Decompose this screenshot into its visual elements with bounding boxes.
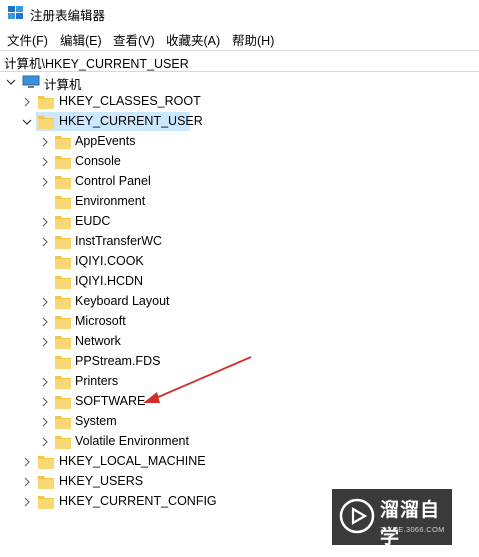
registry-editor-icon [8, 6, 23, 19]
menu-edit[interactable]: 编辑(E) [60, 30, 102, 49]
chevron-right-icon[interactable] [40, 157, 50, 167]
computer-icon [22, 75, 40, 88]
folder-icon [55, 256, 71, 269]
registry-tree: 计算机 HKEY_CLASSES_ROOT HKEY_CURRENT_USER … [0, 72, 479, 557]
tree-node-hkey-classes-root[interactable]: HKEY_CLASSES_ROOT [0, 92, 479, 112]
chevron-right-icon[interactable] [40, 317, 50, 327]
chevron-down-icon[interactable] [6, 77, 16, 87]
tree-label: Environment [75, 194, 146, 208]
tree-label: Control Panel [75, 174, 151, 188]
tree-node-volatile-environment[interactable]: Volatile Environment [0, 432, 479, 452]
tree-label: Volatile Environment [75, 434, 189, 448]
folder-icon [55, 196, 71, 209]
chevron-right-icon[interactable] [40, 217, 50, 227]
menu-favorites[interactable]: 收藏夹(A) [166, 30, 220, 49]
folder-icon [55, 156, 71, 169]
tree-node-hkey-current-user[interactable]: HKEY_CURRENT_USER [0, 112, 479, 132]
tree-node-printers[interactable]: Printers [0, 372, 479, 392]
folder-icon [55, 216, 71, 229]
chevron-right-icon[interactable] [40, 237, 50, 247]
folder-icon [38, 476, 54, 489]
folder-icon [55, 136, 71, 149]
folder-icon [55, 316, 71, 329]
menu-view[interactable]: 查看(V) [113, 30, 155, 49]
folder-icon [55, 356, 71, 369]
tree-label: 计算机 [44, 78, 82, 92]
chevron-right-icon[interactable] [40, 437, 50, 447]
chevron-down-icon[interactable] [22, 117, 32, 127]
tree-node-ppstream-fds[interactable]: PPStream.FDS [0, 352, 479, 372]
tree-label: HKEY_CURRENT_CONFIG [59, 494, 217, 508]
play-logo-icon [339, 498, 375, 534]
window-title: 注册表编辑器 [30, 9, 106, 23]
folder-icon [55, 296, 71, 309]
tree-label: IQIYI.COOK [75, 254, 144, 268]
tree-label: HKEY_CURRENT_USER [59, 114, 203, 128]
tree-label: Keyboard Layout [75, 294, 170, 308]
chevron-right-icon[interactable] [40, 177, 50, 187]
chevron-right-icon[interactable] [40, 337, 50, 347]
menu-help[interactable]: 帮助(H) [232, 30, 274, 49]
tree-node-system[interactable]: System [0, 412, 479, 432]
folder-icon [55, 396, 71, 409]
tree-node-insttransferwc[interactable]: InstTransferWC [0, 232, 479, 252]
tree-node-eudc[interactable]: EUDC [0, 212, 479, 232]
tree-label: PPStream.FDS [75, 354, 161, 368]
tree-node-computer[interactable]: 计算机 [0, 72, 479, 92]
watermark-subtitle: ZIXUE.3066.COM [380, 525, 445, 534]
tree-label: HKEY_LOCAL_MACHINE [59, 454, 206, 468]
tree-label: AppEvents [75, 134, 136, 148]
chevron-right-icon[interactable] [22, 97, 32, 107]
folder-icon [55, 336, 71, 349]
chevron-right-icon[interactable] [40, 377, 50, 387]
chevron-right-icon[interactable] [40, 137, 50, 147]
tree-label: HKEY_CLASSES_ROOT [59, 94, 201, 108]
tree-label: System [75, 414, 117, 428]
folder-icon [55, 236, 71, 249]
title-bar: 注册表编辑器 [0, 0, 479, 26]
chevron-right-icon[interactable] [40, 397, 50, 407]
tree-node-iqiyi-cook[interactable]: IQIYI.COOK [0, 252, 479, 272]
tree-label: Microsoft [75, 314, 126, 328]
chevron-right-icon[interactable] [40, 297, 50, 307]
tree-label: HKEY_USERS [59, 474, 144, 488]
chevron-right-icon[interactable] [22, 497, 32, 507]
tree-node-software[interactable]: SOFTWARE [0, 392, 479, 412]
folder-icon [38, 456, 54, 469]
tree-label: Console [75, 154, 121, 168]
folder-icon [38, 496, 54, 509]
folder-icon [55, 276, 71, 289]
folder-icon [38, 96, 54, 109]
tree-label: IQIYI.HCDN [75, 274, 144, 288]
chevron-right-icon[interactable] [40, 417, 50, 427]
tree-node-network[interactable]: Network [0, 332, 479, 352]
tree-label: Printers [75, 374, 119, 388]
tree-node-keyboard-layout[interactable]: Keyboard Layout [0, 292, 479, 312]
address-path[interactable]: 计算机\HKEY_CURRENT_USER [4, 53, 189, 72]
tree-node-control-panel[interactable]: Control Panel [0, 172, 479, 192]
folder-icon [38, 116, 54, 129]
chevron-right-icon[interactable] [22, 457, 32, 467]
folder-icon [55, 176, 71, 189]
tree-label: EUDC [75, 214, 111, 228]
menu-file[interactable]: 文件(F) [7, 30, 48, 49]
tree-node-hkey-local-machine[interactable]: HKEY_LOCAL_MACHINE [0, 452, 479, 472]
tree-node-microsoft[interactable]: Microsoft [0, 312, 479, 332]
tree-node-environment[interactable]: Environment [0, 192, 479, 212]
chevron-right-icon[interactable] [22, 477, 32, 487]
address-bar[interactable]: 计算机\HKEY_CURRENT_USER [0, 50, 479, 72]
menu-bar: 文件(F) 编辑(E) 查看(V) 收藏夹(A) 帮助(H) [0, 28, 479, 48]
folder-icon [55, 436, 71, 449]
tree-node-console[interactable]: Console [0, 152, 479, 172]
tree-label: Network [75, 334, 121, 348]
watermark-badge: 溜溜自学 ZIXUE.3066.COM [332, 489, 452, 548]
folder-icon [55, 376, 71, 389]
folder-icon [55, 416, 71, 429]
watermark-title: 溜溜自学 [380, 500, 441, 548]
tree-label: SOFTWARE [75, 394, 146, 408]
tree-label: InstTransferWC [75, 234, 163, 248]
tree-node-iqiyi-hcdn[interactable]: IQIYI.HCDN [0, 272, 479, 292]
tree-node-appevents[interactable]: AppEvents [0, 132, 479, 152]
